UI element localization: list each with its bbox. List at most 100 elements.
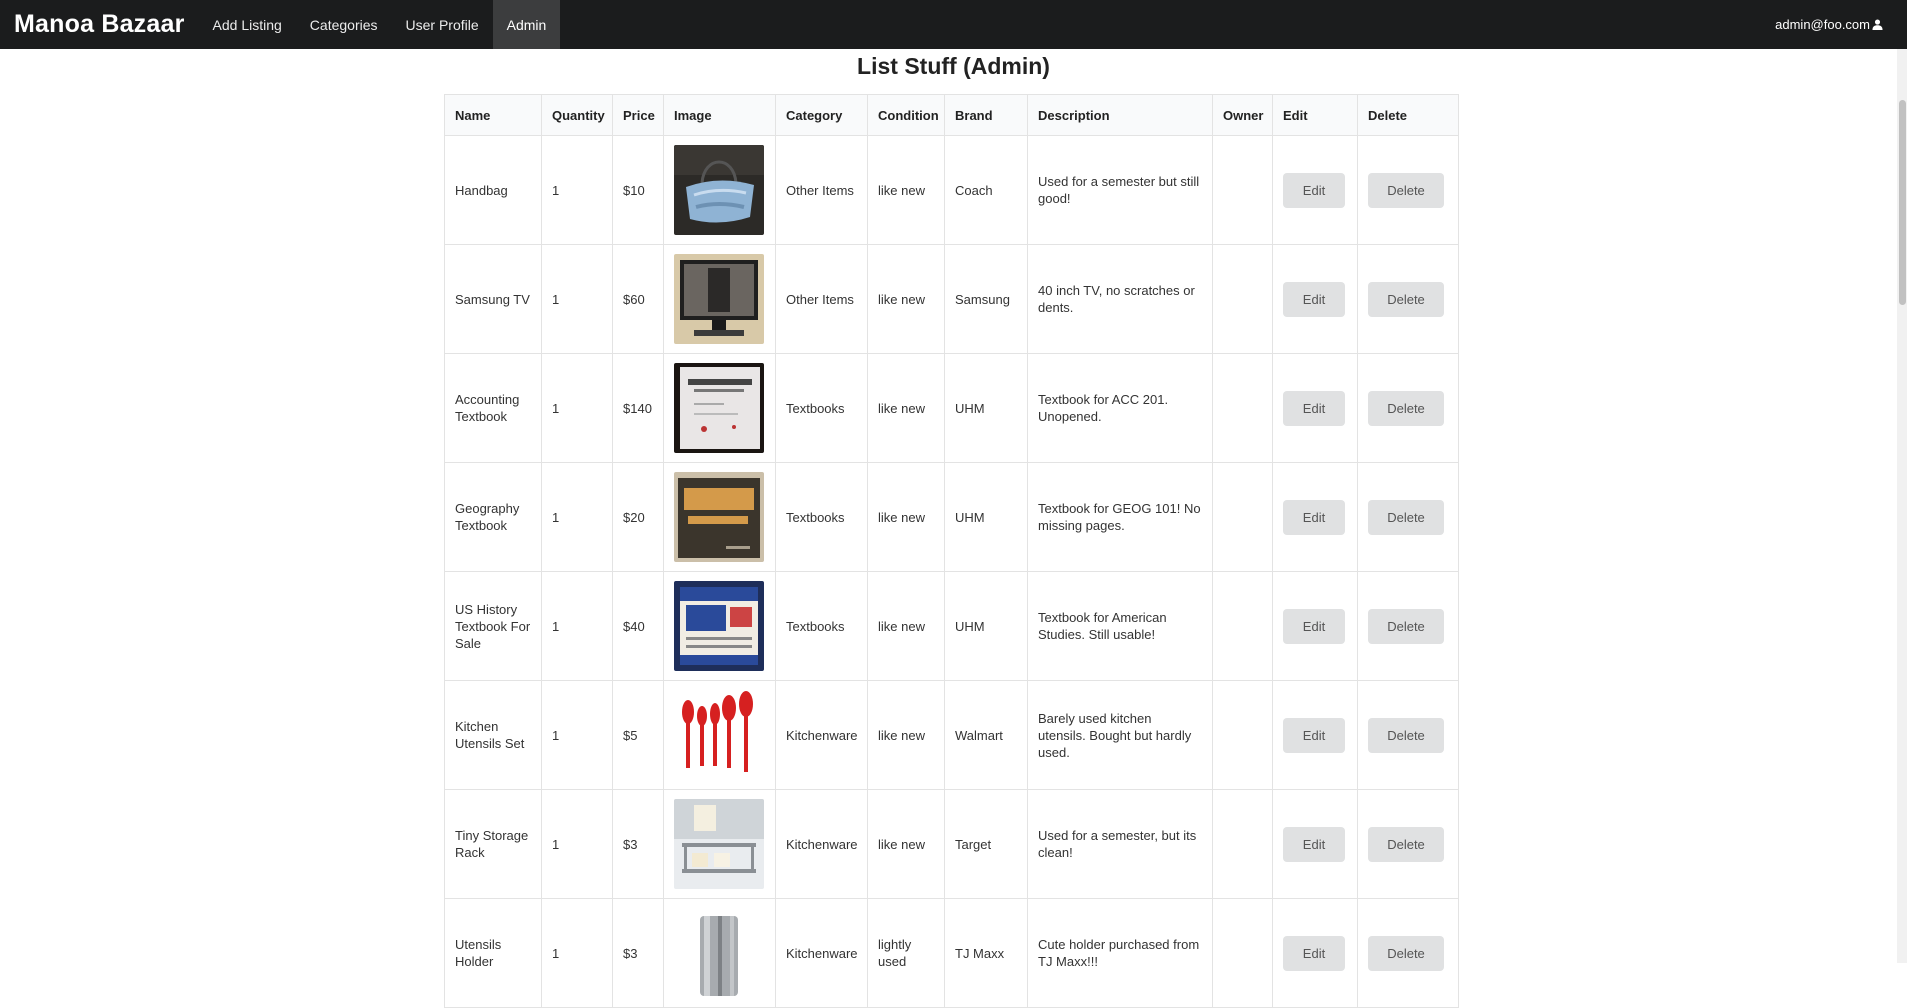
edit-button[interactable]: Edit [1283, 172, 1345, 208]
cell-name: Accounting Textbook [444, 353, 542, 463]
brand-logo[interactable]: Manoa Bazaar [0, 0, 199, 49]
page-title: List Stuff (Admin) [857, 53, 1050, 79]
cell-image [663, 898, 776, 1008]
cell-quantity: 1 [541, 680, 613, 790]
table-row: US History Textbook For Sale 1 $40 Textb… [444, 571, 1459, 681]
cell-category: Kitchenware [775, 680, 868, 790]
cell-image [663, 571, 776, 681]
nav-add-listing[interactable]: Add Listing [199, 0, 296, 49]
nav-user-profile[interactable]: User Profile [392, 0, 493, 49]
cell-owner [1212, 789, 1273, 899]
delete-button[interactable]: Delete [1368, 608, 1444, 644]
cell-owner [1212, 244, 1273, 354]
column-header-delete: Delete [1357, 94, 1459, 136]
cell-brand: Walmart [944, 680, 1028, 790]
cell-delete: Delete [1357, 680, 1459, 790]
user-icon [1872, 19, 1883, 30]
cell-category: Other Items [775, 244, 868, 354]
cell-price: $20 [612, 462, 664, 572]
delete-button[interactable]: Delete [1368, 390, 1444, 426]
stuff-table: Name Quantity Price Image Category Condi… [444, 94, 1459, 1008]
page-scrollbar[interactable] [1897, 49, 1907, 963]
stuff-table-container: Name Quantity Price Image Category Condi… [444, 94, 1459, 1008]
cell-category: Textbooks [775, 462, 868, 572]
cell-quantity: 1 [541, 571, 613, 681]
cell-condition: like new [867, 462, 945, 572]
delete-button[interactable]: Delete [1368, 172, 1444, 208]
column-header-image: Image [663, 94, 776, 136]
cell-brand: TJ Maxx [944, 898, 1028, 1008]
table-row: Utensils Holder 1 $3 Kitchenware lightly… [444, 898, 1459, 1008]
cell-quantity: 1 [541, 462, 613, 572]
cell-condition: like new [867, 789, 945, 899]
cell-price: $3 [612, 898, 664, 1008]
tv-image [674, 254, 764, 344]
cell-price: $5 [612, 680, 664, 790]
cell-brand: Target [944, 789, 1028, 899]
cell-description: Cute holder purchased from TJ Maxx!!! [1027, 898, 1213, 1008]
cell-edit: Edit [1272, 244, 1358, 354]
cell-image [663, 135, 776, 245]
cell-owner [1212, 135, 1273, 245]
cell-edit: Edit [1272, 135, 1358, 245]
cell-delete: Delete [1357, 571, 1459, 681]
column-header-edit: Edit [1272, 94, 1358, 136]
cell-description: Textbook for ACC 201. Unopened. [1027, 353, 1213, 463]
edit-button[interactable]: Edit [1283, 717, 1345, 753]
delete-button[interactable]: Delete [1368, 826, 1444, 862]
column-header-description: Description [1027, 94, 1213, 136]
cell-description: Used for a semester, but its clean! [1027, 789, 1213, 899]
cell-price: $140 [612, 353, 664, 463]
edit-button[interactable]: Edit [1283, 390, 1345, 426]
cell-condition: like new [867, 680, 945, 790]
cell-name: US History Textbook For Sale [444, 571, 542, 681]
column-header-category: Category [775, 94, 868, 136]
column-header-owner: Owner [1212, 94, 1273, 136]
cell-description: Used for a semester but still good! [1027, 135, 1213, 245]
cell-name: Tiny Storage Rack [444, 789, 542, 899]
cell-name: Handbag [444, 135, 542, 245]
edit-button[interactable]: Edit [1283, 935, 1345, 971]
cell-condition: like new [867, 353, 945, 463]
delete-button[interactable]: Delete [1368, 717, 1444, 753]
cell-condition: like new [867, 135, 945, 245]
table-row: Kitchen Utensils Set 1 $5 Kitchenware li… [444, 680, 1459, 790]
cell-delete: Delete [1357, 135, 1459, 245]
edit-button[interactable]: Edit [1283, 826, 1345, 862]
cell-edit: Edit [1272, 898, 1358, 1008]
column-header-quantity: Quantity [541, 94, 613, 136]
cell-brand: Samsung [944, 244, 1028, 354]
scrollbar-thumb[interactable] [1899, 100, 1906, 305]
cell-name: Samsung TV [444, 244, 542, 354]
cell-category: Other Items [775, 135, 868, 245]
utensils-holder-image [674, 908, 764, 998]
cell-quantity: 1 [541, 135, 613, 245]
user-menu[interactable]: admin@foo.com [1775, 0, 1907, 49]
delete-button[interactable]: Delete [1368, 499, 1444, 535]
cell-description: Barely used kitchen utensils. Bought but… [1027, 680, 1213, 790]
edit-button[interactable]: Edit [1283, 608, 1345, 644]
delete-button[interactable]: Delete [1368, 281, 1444, 317]
cell-price: $40 [612, 571, 664, 681]
geography-book-image [674, 472, 764, 562]
delete-button[interactable]: Delete [1368, 935, 1444, 971]
cell-description: Textbook for GEOG 101! No missing pages. [1027, 462, 1213, 572]
nav-categories[interactable]: Categories [296, 0, 392, 49]
cell-quantity: 1 [541, 353, 613, 463]
column-header-condition: Condition [867, 94, 945, 136]
cell-name: Kitchen Utensils Set [444, 680, 542, 790]
kitchen-utensils-image [674, 690, 764, 780]
cell-quantity: 1 [541, 789, 613, 899]
edit-button[interactable]: Edit [1283, 499, 1345, 535]
nav-admin[interactable]: Admin [492, 0, 561, 49]
cell-description: 40 inch TV, no scratches or dents. [1027, 244, 1213, 354]
column-header-name: Name [444, 94, 542, 136]
cell-image [663, 244, 776, 354]
cell-category: Kitchenware [775, 898, 868, 1008]
cell-quantity: 1 [541, 244, 613, 354]
edit-button[interactable]: Edit [1283, 281, 1345, 317]
column-header-price: Price [612, 94, 664, 136]
table-row: Samsung TV 1 $60 Other Items like new Sa… [444, 244, 1459, 354]
user-email: admin@foo.com [1775, 17, 1870, 32]
table-row: Accounting Textbook 1 $140 Textbooks lik… [444, 353, 1459, 463]
